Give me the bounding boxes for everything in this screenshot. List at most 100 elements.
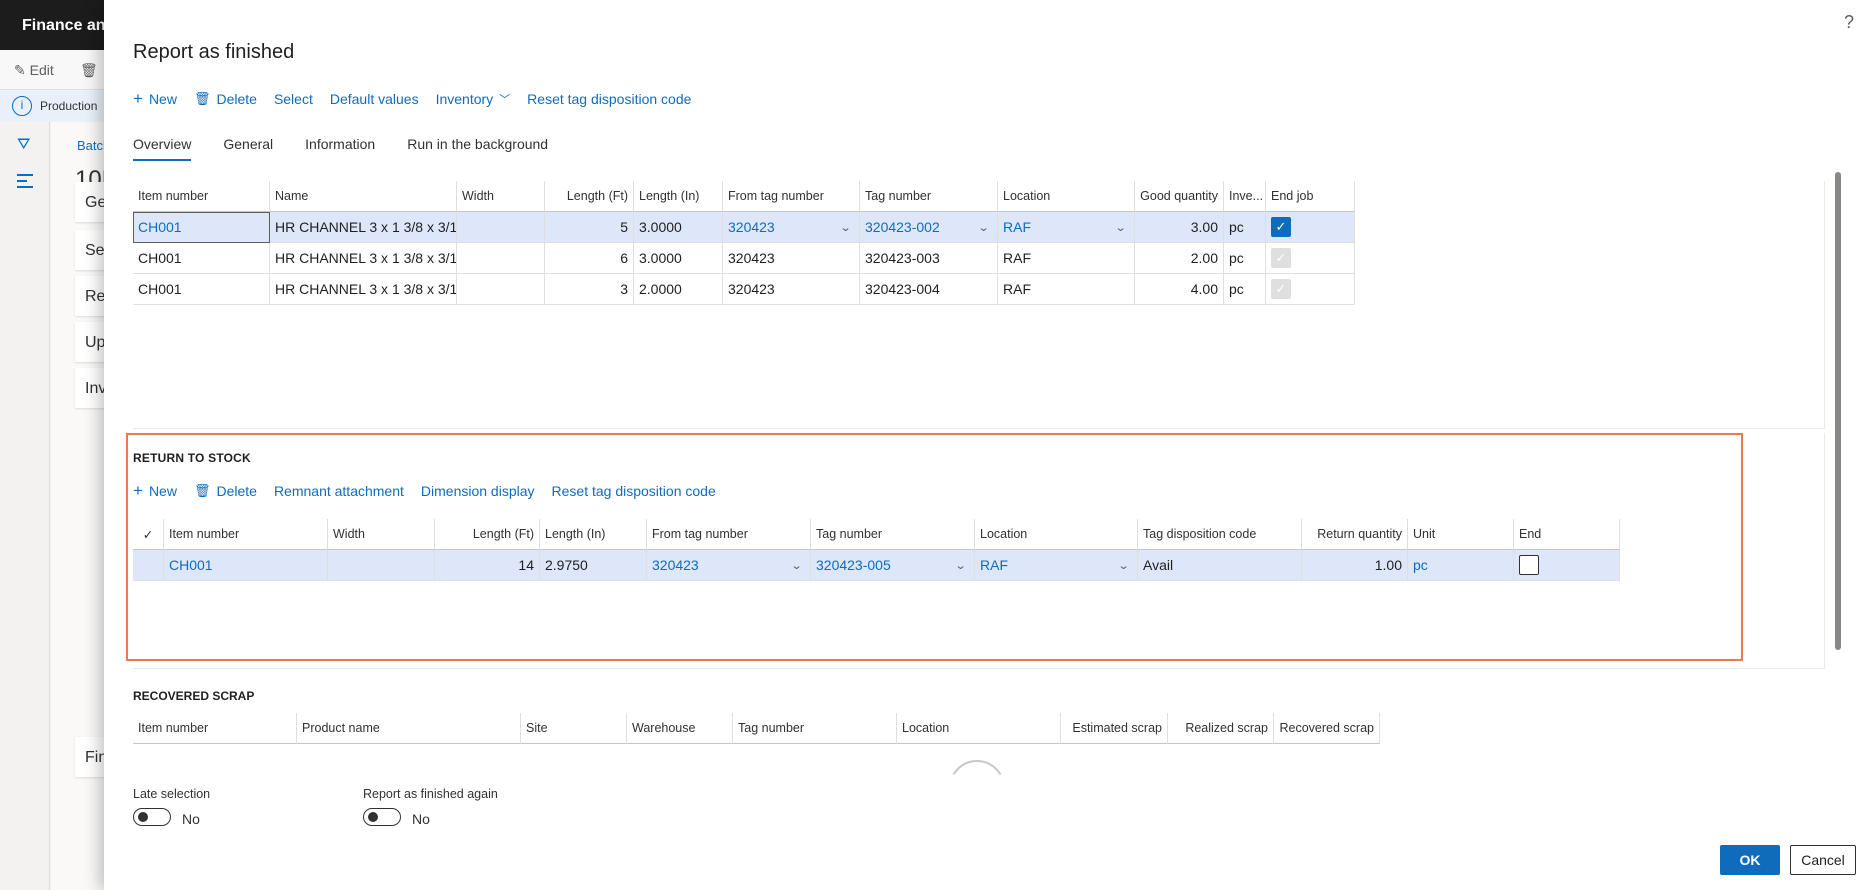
filter-icon[interactable]: ⛛ bbox=[17, 136, 30, 154]
col-end-job[interactable]: End job bbox=[1266, 181, 1355, 212]
location-cell[interactable]: RAF bbox=[998, 243, 1135, 274]
unit-cell[interactable]: pc bbox=[1224, 243, 1266, 274]
ok-button[interactable]: OK bbox=[1720, 845, 1780, 875]
name-cell[interactable]: HR CHANNEL 3 x 1 3/8 x 3/16 A... bbox=[270, 243, 457, 274]
table-row[interactable]: CH001 HR CHANNEL 3 x 1 3/8 x 3/16 A... 5… bbox=[133, 212, 1355, 243]
col-length-in[interactable]: Length (In) bbox=[540, 519, 647, 550]
tab-overview[interactable]: Overview bbox=[133, 136, 192, 161]
length-ft-cell[interactable]: 6 bbox=[545, 243, 634, 274]
reset-tag-button[interactable]: Reset tag disposition code bbox=[527, 91, 691, 107]
col-length-ft[interactable]: Length (Ft) bbox=[545, 181, 634, 212]
col-tag-number[interactable]: Tag number bbox=[811, 519, 975, 550]
width-cell[interactable] bbox=[328, 550, 435, 581]
good-quantity-cell[interactable]: 2.00 bbox=[1135, 243, 1224, 274]
col-from-tag[interactable]: From tag number bbox=[723, 181, 860, 212]
col-end[interactable]: End bbox=[1514, 519, 1620, 550]
item-number-cell[interactable]: CH001 bbox=[133, 274, 270, 305]
unit-cell[interactable]: pc bbox=[1408, 550, 1514, 581]
tag-number-dropdown[interactable]: 320423-005 ⌄ bbox=[811, 550, 975, 581]
col-inventory-unit[interactable]: Inve... bbox=[1224, 181, 1266, 212]
col-location[interactable]: Location bbox=[998, 181, 1135, 212]
table-row[interactable]: CH001 HR CHANNEL 3 x 1 3/8 x 3/16 A... 6… bbox=[133, 243, 1355, 274]
tab-general[interactable]: General bbox=[223, 136, 273, 161]
location-dropdown[interactable]: RAF ⌄ bbox=[975, 550, 1138, 581]
item-number-cell[interactable]: CH001 bbox=[164, 550, 328, 581]
col-length-in[interactable]: Length (In) bbox=[634, 181, 723, 212]
width-cell[interactable] bbox=[457, 274, 545, 305]
rts-delete-button[interactable]: 🗑 Delete bbox=[194, 483, 257, 499]
tab-information[interactable]: Information bbox=[305, 136, 375, 161]
good-quantity-cell[interactable]: 3.00 bbox=[1135, 212, 1224, 243]
length-in-cell[interactable]: 3.0000 bbox=[634, 212, 723, 243]
from-tag-cell[interactable]: 320423 bbox=[723, 243, 860, 274]
col-width[interactable]: Width bbox=[457, 181, 545, 212]
inventory-menu[interactable]: Inventory ﹀ bbox=[436, 91, 511, 107]
select-all-checkmark-icon[interactable]: ✓ bbox=[133, 519, 164, 550]
delete-icon[interactable]: 🗑 bbox=[80, 62, 98, 79]
table-row[interactable]: CH001 14 2.9750 320423 ⌄ 320423-005 ⌄ RAF ⌄… bbox=[133, 550, 1620, 581]
select-button[interactable]: Select bbox=[274, 91, 313, 107]
col-return-quantity[interactable]: Return quantity bbox=[1302, 519, 1408, 550]
length-ft-cell[interactable]: 14 bbox=[435, 550, 540, 581]
table-row[interactable]: CH001 HR CHANNEL 3 x 1 3/8 x 3/16 A... 3… bbox=[133, 274, 1355, 305]
delete-button[interactable]: 🗑 Delete bbox=[194, 91, 257, 107]
end-job-checkbox[interactable]: ✓ bbox=[1271, 217, 1291, 237]
col-realized-scrap[interactable]: Realized scrap bbox=[1168, 713, 1274, 744]
return-quantity-cell[interactable]: 1.00 bbox=[1302, 550, 1408, 581]
end-checkbox[interactable] bbox=[1519, 555, 1539, 575]
col-product-name[interactable]: Product name bbox=[297, 713, 521, 744]
from-tag-cell[interactable]: 320423 bbox=[723, 274, 860, 305]
unit-cell[interactable]: pc bbox=[1224, 212, 1266, 243]
col-site[interactable]: Site bbox=[521, 713, 627, 744]
col-estimated-scrap[interactable]: Estimated scrap bbox=[1061, 713, 1168, 744]
list-icon[interactable] bbox=[17, 174, 33, 192]
help-icon[interactable]: ? bbox=[1844, 12, 1854, 33]
tag-disposition-cell[interactable]: Avail bbox=[1138, 550, 1302, 581]
unit-cell[interactable]: pc bbox=[1224, 274, 1266, 305]
col-unit[interactable]: Unit bbox=[1408, 519, 1514, 550]
rts-reset-tag-button[interactable]: Reset tag disposition code bbox=[552, 483, 716, 499]
length-in-cell[interactable]: 2.0000 bbox=[634, 274, 723, 305]
from-tag-dropdown[interactable]: 320423 ⌄ bbox=[723, 212, 860, 243]
end-job-checkbox[interactable]: ✓ bbox=[1271, 248, 1291, 268]
item-number-cell[interactable]: CH001 bbox=[133, 212, 270, 243]
late-selection-toggle[interactable] bbox=[133, 808, 171, 826]
cancel-button[interactable]: Cancel bbox=[1790, 845, 1856, 875]
end-job-checkbox[interactable]: ✓ bbox=[1271, 279, 1291, 299]
col-good-quantity[interactable]: Good quantity bbox=[1135, 181, 1224, 212]
width-cell[interactable] bbox=[457, 212, 545, 243]
col-width[interactable]: Width bbox=[328, 519, 435, 550]
col-length-ft[interactable]: Length (Ft) bbox=[435, 519, 540, 550]
location-dropdown[interactable]: RAF ⌄ bbox=[998, 212, 1135, 243]
width-cell[interactable] bbox=[457, 243, 545, 274]
length-in-cell[interactable]: 2.9750 bbox=[540, 550, 647, 581]
from-tag-dropdown[interactable]: 320423 ⌄ bbox=[647, 550, 811, 581]
row-selector[interactable] bbox=[133, 550, 164, 581]
col-tag-number[interactable]: Tag number bbox=[733, 713, 897, 744]
new-button[interactable]: + New bbox=[133, 90, 177, 107]
col-recovered-scrap[interactable]: Recovered scrap bbox=[1274, 713, 1380, 744]
col-item-number[interactable]: Item number bbox=[164, 519, 328, 550]
report-again-toggle[interactable] bbox=[363, 808, 401, 826]
name-cell[interactable]: HR CHANNEL 3 x 1 3/8 x 3/16 A... bbox=[270, 274, 457, 305]
col-item-number[interactable]: Item number bbox=[133, 713, 297, 744]
tag-number-cell[interactable]: 320423-003 bbox=[860, 243, 998, 274]
vertical-scrollbar[interactable] bbox=[1835, 172, 1841, 650]
length-in-cell[interactable]: 3.0000 bbox=[634, 243, 723, 274]
rts-new-button[interactable]: + New bbox=[133, 482, 177, 499]
remnant-attachment-button[interactable]: Remnant attachment bbox=[274, 483, 404, 499]
length-ft-cell[interactable]: 5 bbox=[545, 212, 634, 243]
col-from-tag[interactable]: From tag number bbox=[647, 519, 811, 550]
col-location[interactable]: Location bbox=[897, 713, 1061, 744]
location-cell[interactable]: RAF bbox=[998, 274, 1135, 305]
col-name[interactable]: Name bbox=[270, 181, 457, 212]
good-quantity-cell[interactable]: 4.00 bbox=[1135, 274, 1224, 305]
tag-number-cell[interactable]: 320423-004 bbox=[860, 274, 998, 305]
tab-run-in-background[interactable]: Run in the background bbox=[407, 136, 548, 161]
length-ft-cell[interactable]: 3 bbox=[545, 274, 634, 305]
col-item-number[interactable]: Item number bbox=[133, 181, 270, 212]
item-number-cell[interactable]: CH001 bbox=[133, 243, 270, 274]
col-location[interactable]: Location bbox=[975, 519, 1138, 550]
col-warehouse[interactable]: Warehouse bbox=[627, 713, 733, 744]
name-cell[interactable]: HR CHANNEL 3 x 1 3/8 x 3/16 A... bbox=[270, 212, 457, 243]
